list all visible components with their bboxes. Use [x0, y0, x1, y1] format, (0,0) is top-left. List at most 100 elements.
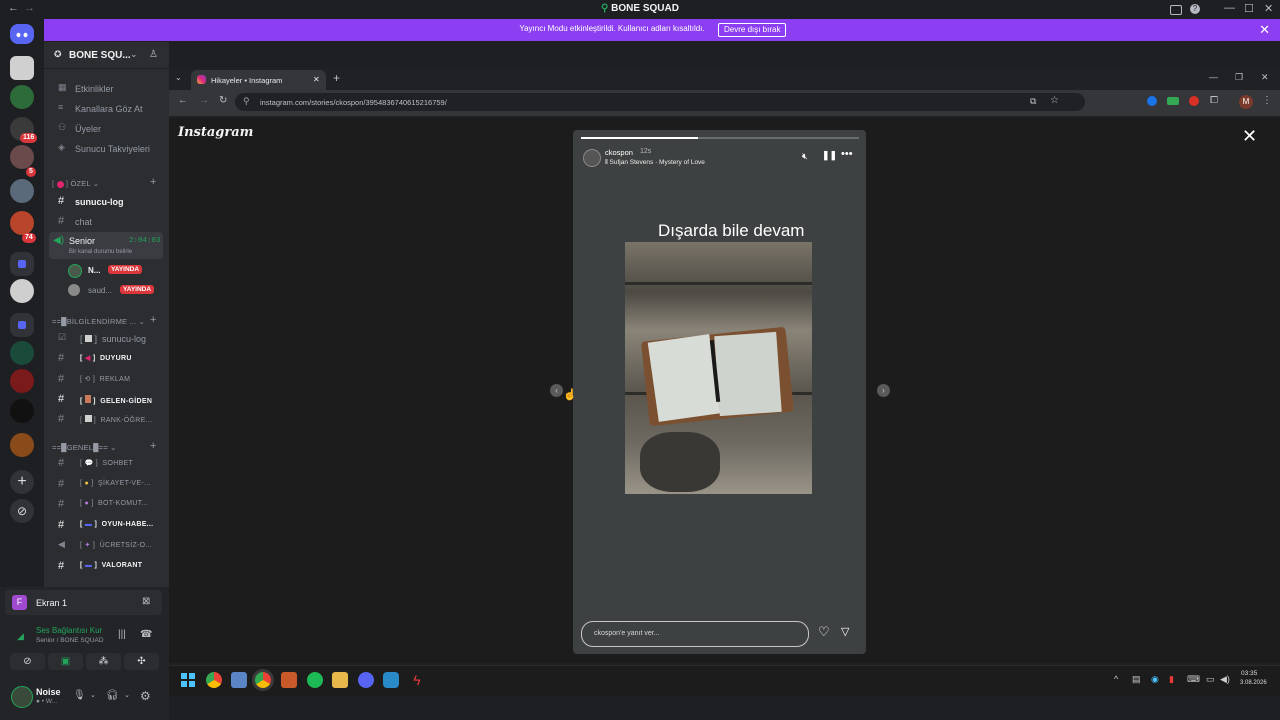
- nav-item-members[interactable]: ⚇ Üyeler: [50, 120, 168, 138]
- site-info-icon[interactable]: ⚲: [243, 96, 250, 107]
- windows-start-icon[interactable]: [180, 672, 196, 688]
- soundboard-button[interactable]: ✣: [124, 653, 159, 670]
- story-music[interactable]: ⫴ Sufjan Stevens · Mystery of Love: [605, 159, 705, 167]
- maximize-button[interactable]: ☐: [1244, 2, 1254, 15]
- noise-suppression-icon[interactable]: |||: [118, 629, 126, 640]
- extension-icon[interactable]: [1189, 96, 1199, 106]
- invite-people-icon[interactable]: ♙: [149, 49, 158, 60]
- spotify-icon[interactable]: [307, 672, 323, 688]
- settings-gear-icon[interactable]: ⚙: [140, 689, 151, 703]
- tray-chevron-icon[interactable]: ^: [1114, 674, 1118, 684]
- nav-item-browse-channels[interactable]: ≡ Kanallara Göz At: [50, 100, 168, 118]
- extension-icon[interactable]: [1147, 96, 1157, 106]
- channel-rank[interactable]: #[ ] RANK-ÖĞRE...: [50, 411, 168, 429]
- voice-channel-senior[interactable]: ◀) Senior 2:04:03 Bir kanal durumu belir…: [49, 232, 163, 259]
- clock-time[interactable]: 03:35: [1241, 670, 1257, 677]
- tab-search-icon[interactable]: ⌄: [175, 73, 182, 82]
- install-app-icon[interactable]: ⧉: [1030, 96, 1036, 107]
- voice-user[interactable]: N... YAYINDA: [68, 263, 168, 279]
- help-icon[interactable]: ?: [1190, 4, 1200, 14]
- channel-valorant[interactable]: #[ ▬ ] VALORANT: [50, 558, 168, 576]
- back-icon[interactable]: ←: [178, 95, 188, 106]
- like-heart-icon[interactable]: ♡: [818, 624, 830, 640]
- discord-icon[interactable]: [358, 672, 374, 688]
- server-icon[interactable]: [10, 179, 34, 203]
- forward-icon[interactable]: →: [199, 95, 209, 106]
- voice-connection-title[interactable]: Ses Bağlantısı Kur: [36, 626, 102, 635]
- extension-icon[interactable]: [1167, 97, 1179, 105]
- tray-mic-icon[interactable]: ▮: [1169, 674, 1174, 685]
- file-explorer-icon[interactable]: [332, 672, 348, 688]
- bookmark-star-icon[interactable]: ☆: [1050, 95, 1059, 106]
- screen-share-button[interactable]: ▣: [48, 653, 83, 670]
- channel-ucretsiz[interactable]: ◀[ ✦ ] ÜCRETSİZ-O...: [50, 537, 168, 555]
- story-avatar[interactable]: [583, 149, 601, 167]
- nav-item-events[interactable]: ▦ Etkinlikler: [50, 80, 168, 98]
- nav-item-server-boosts[interactable]: ◈ Sunucu Takviyeleri: [50, 140, 168, 158]
- extensions-puzzle-icon[interactable]: ⧠: [1210, 95, 1218, 106]
- category-info[interactable]: ==█BİLGİLENDİRME ... ⌄: [52, 317, 145, 326]
- add-channel-icon[interactable]: +: [150, 176, 156, 188]
- new-tab-button[interactable]: +: [333, 71, 340, 85]
- server-icon[interactable]: [10, 341, 34, 365]
- mute-icon[interactable]: 🔇︎: [802, 151, 808, 162]
- server-icon[interactable]: [10, 369, 34, 393]
- story-username[interactable]: ckospon: [605, 148, 633, 157]
- add-channel-icon[interactable]: +: [150, 314, 156, 326]
- channel-oyun-haber[interactable]: #[ ▬ ] OYUN-HABE...: [50, 517, 168, 535]
- disable-streamer-mode-button[interactable]: Devre dışı bırak: [718, 23, 787, 37]
- server-header[interactable]: ✪ BONE SQU... ⌄ ♙: [44, 42, 169, 69]
- screen-share-preview[interactable]: F Ekran 1 ⊠: [5, 590, 162, 615]
- server-icon[interactable]: [10, 85, 34, 109]
- headphones-icon[interactable]: 🎧︎: [106, 690, 119, 701]
- profile-avatar[interactable]: M: [1239, 95, 1253, 109]
- tray-icon[interactable]: ▤: [1132, 674, 1141, 685]
- add-server-icon[interactable]: +: [10, 470, 34, 494]
- video-off-button[interactable]: ⊘: [10, 653, 45, 670]
- mail-icon[interactable]: [231, 672, 247, 688]
- explore-servers-icon[interactable]: ⊘: [10, 499, 34, 523]
- share-send-icon[interactable]: ▽: [841, 625, 849, 638]
- server-icon[interactable]: [10, 56, 34, 80]
- next-story-icon[interactable]: ›: [877, 384, 890, 397]
- user-avatar[interactable]: [11, 686, 33, 708]
- channel-duyuru[interactable]: #[ ◀ ] DUYURU: [50, 350, 168, 368]
- chrome-active-icon[interactable]: [255, 672, 271, 688]
- previous-story-icon[interactable]: ‹: [550, 384, 563, 397]
- channel-info-sunucu-log[interactable]: ☑[ ] sunucu-log: [50, 330, 168, 348]
- app-icon[interactable]: [383, 672, 399, 688]
- server-icon[interactable]: [10, 211, 34, 235]
- clock-date[interactable]: 3.08.2026: [1240, 680, 1267, 686]
- channel-chat[interactable]: # chat: [50, 213, 168, 231]
- channel-sohbet[interactable]: #[ 💬 ] SOHBET: [50, 455, 168, 473]
- folder-icon[interactable]: [10, 252, 34, 276]
- channel-reklam[interactable]: #[ ⟲ ] REKLAM: [50, 371, 168, 389]
- chevron-down-icon[interactable]: ⌄: [90, 691, 96, 699]
- instagram-logo[interactable]: Instagram: [178, 125, 253, 140]
- reload-icon[interactable]: ↻: [219, 95, 227, 106]
- more-menu-icon[interactable]: ⋮: [1262, 95, 1272, 106]
- server-icon[interactable]: [10, 279, 34, 303]
- tab-close-icon[interactable]: ✕: [313, 75, 320, 84]
- more-options-icon[interactable]: •••: [841, 148, 853, 160]
- chevron-down-icon[interactable]: ⌄: [124, 691, 130, 699]
- browser-tab[interactable]: Hikayeler • Instagram ✕: [191, 70, 326, 90]
- category-private[interactable]: [ ] ÖZEL ⌄: [52, 179, 99, 188]
- stop-stream-icon[interactable]: ⊠: [142, 596, 150, 607]
- speaker-volume-icon[interactable]: ◀): [1220, 674, 1230, 685]
- close-story-icon[interactable]: ✕: [1242, 126, 1257, 147]
- category-general[interactable]: ==█GENEL█== ⌄: [52, 443, 117, 452]
- tray-icon[interactable]: ⌨: [1187, 674, 1200, 685]
- channel-sikayet[interactable]: #[ ● ] ŞİKAYET-VE-...: [50, 476, 168, 494]
- folder-icon[interactable]: [10, 313, 34, 337]
- server-icon[interactable]: [10, 145, 34, 169]
- voice-user[interactable]: saud... YAYINDA: [68, 283, 168, 299]
- voice-status[interactable]: Bir kanal durumu belirle: [69, 249, 132, 255]
- tray-icon[interactable]: ◉: [1151, 674, 1159, 685]
- browser-restore-button[interactable]: ❐: [1235, 72, 1243, 83]
- close-window-button[interactable]: ✕: [1264, 2, 1273, 15]
- tray-icon[interactable]: ▭: [1206, 674, 1215, 685]
- microphone-icon[interactable]: 🎙︎: [73, 690, 86, 701]
- browser-close-button[interactable]: ✕: [1261, 72, 1269, 83]
- channel-gelen-giden[interactable]: #[ ] GELEN-GİDEN: [50, 391, 168, 409]
